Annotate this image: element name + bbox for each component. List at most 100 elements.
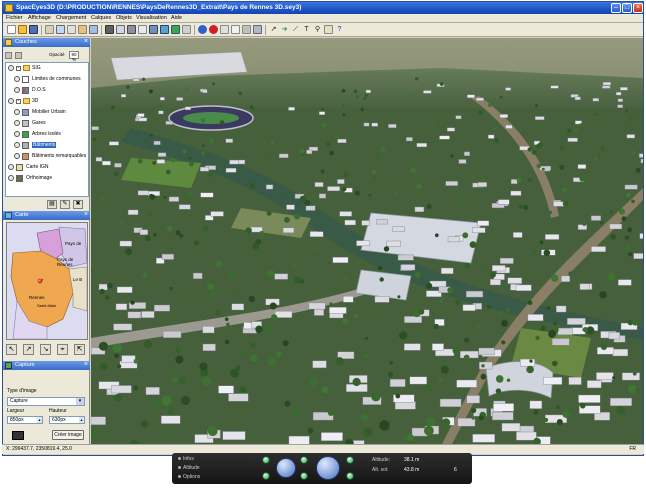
tree-item-dos[interactable]: D.O.S (6, 86, 88, 95)
visibility-icon[interactable] (14, 76, 20, 82)
tree-item-mobilier[interactable]: Mobilier Urbain (6, 108, 88, 117)
help-icon[interactable]: ? (335, 25, 344, 34)
menu-affichage[interactable]: Affichage (28, 15, 51, 21)
collapse-icon[interactable]: - (16, 99, 21, 104)
menu-fichier[interactable]: Fichier (6, 15, 23, 21)
note-icon[interactable] (324, 25, 333, 34)
capture-panel-header[interactable]: Capture × (3, 361, 90, 370)
visibility-icon[interactable] (8, 164, 14, 170)
visibility-icon[interactable] (8, 65, 14, 71)
menu-aide[interactable]: Aide (171, 15, 182, 21)
tree-icon[interactable] (171, 25, 180, 34)
grid-icon[interactable] (138, 25, 147, 34)
spinner-icon[interactable]: ▴ (79, 417, 84, 423)
menu-chargement[interactable]: Chargement (56, 15, 86, 21)
tree-item-arbres[interactable]: Arbres isolés (6, 130, 88, 139)
tree-item-carte-ign[interactable]: Carte IGN (6, 163, 88, 172)
view-icon[interactable] (89, 25, 98, 34)
close-button[interactable]: × (633, 3, 643, 13)
image-type-select[interactable]: Capture ▾ (7, 397, 85, 406)
add-layer-icon[interactable] (5, 52, 12, 59)
edit-icon[interactable] (56, 25, 65, 34)
tree-item-batiments[interactable]: Bâtiments (6, 141, 88, 150)
title-bar[interactable]: SpacEyes3D (D:\PRODUCTION\RENNES\PaysDeR… (3, 2, 643, 14)
pin-icon[interactable]: ⚲ (313, 25, 322, 34)
maximize-button[interactable]: □ (622, 3, 632, 13)
visibility-icon[interactable] (14, 87, 20, 93)
tree-item-batiments-remarquables[interactable]: Bâtiments remarquables (6, 152, 88, 161)
panel-close-icon[interactable]: × (84, 38, 88, 45)
map-panel-header[interactable]: Carte × (3, 211, 90, 220)
visibility-icon[interactable] (8, 175, 14, 181)
hud-tilt-up-button[interactable] (300, 456, 308, 464)
hud-option-infos[interactable]: Infos (178, 456, 194, 462)
panel-close-icon[interactable]: × (84, 211, 88, 218)
tree-item-sig[interactable]: - SIG (6, 64, 88, 73)
import-icon[interactable] (45, 25, 54, 34)
measure-icon[interactable] (231, 25, 240, 34)
move-joystick[interactable] (316, 456, 340, 480)
visibility-icon[interactable] (8, 98, 14, 104)
opacity-input[interactable]: 90 % (69, 51, 79, 62)
height-input[interactable]: 630px ▴ (49, 416, 85, 424)
camera-icon[interactable] (105, 25, 114, 34)
pan-icon[interactable] (253, 25, 262, 34)
overview-map[interactable]: Pays de Pays de Rennes Le B Rennes Saint… (6, 222, 88, 340)
map-rotate-button[interactable]: ↘ (40, 344, 51, 355)
3d-viewport[interactable] (91, 38, 643, 446)
arrow-icon[interactable]: ➔ (280, 25, 289, 34)
menu-calques[interactable]: Calques (91, 15, 111, 21)
tree-item-gares[interactable]: Gares (6, 119, 88, 128)
panel-close-icon[interactable]: × (84, 361, 88, 368)
layer-icon[interactable] (78, 25, 87, 34)
radio-icon[interactable] (178, 466, 181, 469)
spinner-icon[interactable]: ▴ (37, 417, 42, 423)
hud-down-button[interactable] (262, 472, 270, 480)
building-icon[interactable] (182, 25, 191, 34)
point-icon[interactable] (198, 25, 207, 34)
walk-icon[interactable] (220, 25, 229, 34)
open-icon[interactable] (18, 25, 27, 34)
line-icon[interactable]: ⟋ (291, 25, 300, 34)
map-pan-button[interactable]: ↗ (23, 344, 34, 355)
screen-icon[interactable] (149, 25, 158, 34)
layer-properties-button[interactable]: ▤ (47, 200, 57, 209)
hud-option-altitude[interactable]: Altitude (178, 465, 200, 471)
hud-tilt-down-button[interactable] (300, 472, 308, 480)
film-icon[interactable] (127, 25, 136, 34)
visibility-icon[interactable] (14, 109, 20, 115)
map-zoom-in-button[interactable]: ↖ (6, 344, 17, 355)
remove-layer-icon[interactable] (15, 52, 22, 59)
hud-up-button[interactable] (262, 456, 270, 464)
rotate-joystick[interactable] (276, 458, 296, 478)
visibility-icon[interactable] (14, 131, 20, 137)
save-icon[interactable] (29, 25, 38, 34)
globe-icon[interactable] (160, 25, 169, 34)
record-icon[interactable] (209, 25, 218, 34)
menu-visualisation[interactable]: Visualisation (136, 15, 167, 21)
menu-objets[interactable]: Objets (116, 15, 132, 21)
layer-delete-button[interactable]: ✖ (73, 200, 83, 209)
image-icon[interactable] (67, 25, 76, 34)
hud-option-options[interactable]: Options (178, 474, 200, 480)
path-icon[interactable]: ↗ (269, 25, 278, 34)
visibility-icon[interactable] (14, 153, 20, 159)
tree-item-3d[interactable]: - 3D (6, 97, 88, 106)
width-input[interactable]: 850px ▴ (7, 416, 43, 424)
layer-edit-button[interactable]: ✎ (60, 200, 70, 209)
tree-item-limites[interactable]: Limites de communes (6, 75, 88, 84)
hud-zoom-in-button[interactable] (346, 456, 354, 464)
print-icon[interactable] (116, 25, 125, 34)
new-icon[interactable] (7, 25, 16, 34)
radio-icon[interactable] (178, 475, 181, 478)
hud-zoom-out-button[interactable] (346, 472, 354, 480)
collapse-icon[interactable]: - (16, 66, 21, 71)
layers-panel-header[interactable]: Couches × (3, 38, 90, 47)
create-image-button[interactable]: Créer image (52, 430, 84, 440)
map-export-button[interactable]: ⇱ (74, 344, 85, 355)
map-locate-button[interactable]: ⌖ (57, 344, 68, 355)
radio-icon[interactable] (178, 457, 181, 460)
minimize-button[interactable]: – (611, 3, 621, 13)
text-icon[interactable]: T (302, 25, 311, 34)
chevron-down-icon[interactable]: ▾ (76, 398, 84, 405)
